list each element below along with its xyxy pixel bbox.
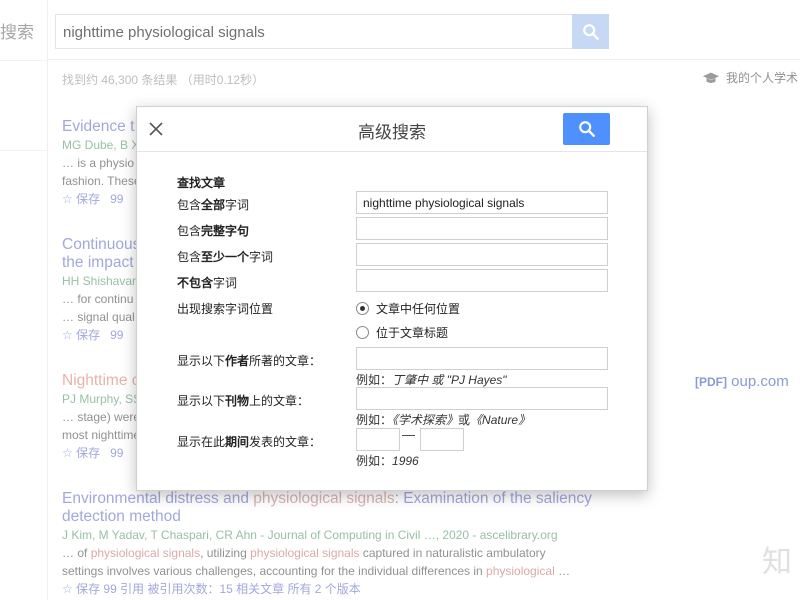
label-part: 显示在此 [177, 435, 226, 449]
occurs-title-radio[interactable]: 位于文章标题 [356, 324, 448, 341]
label-bold: 至少一个 [201, 250, 250, 264]
without-words-input[interactable] [356, 269, 608, 292]
hint-prefix: 例如： [356, 454, 393, 468]
author-hint: 例如：丁肇中 或 "PJ Hayes" [356, 371, 507, 388]
all-words-label: 包含全部字词 [177, 196, 249, 213]
author-input[interactable] [356, 347, 608, 370]
label-bold: 刊物 [225, 394, 250, 408]
section-heading: 查找文章 [177, 176, 226, 190]
label-bold: 全部 [201, 198, 226, 212]
occurs-label: 出现搜索字词位置 [177, 302, 274, 316]
date-to-input[interactable] [420, 428, 464, 451]
publication-label: 显示以下刊物上的文章： [177, 392, 309, 409]
date-hint: 例如：1996 [356, 452, 419, 469]
label-bold: 期间 [225, 435, 250, 449]
hint-example: 1996 [392, 454, 419, 468]
date-range-label: 显示在此期间发表的文章： [177, 433, 321, 450]
label-part: 显示以下 [177, 354, 226, 368]
label-part: 发表的文章： [249, 435, 322, 449]
hint-example: 《Nature》 [470, 413, 531, 427]
label-bold: 完整字句 [201, 224, 250, 238]
label-part: 包含 [177, 198, 202, 212]
publication-hint: 例如：《学术探索》或《Nature》 [356, 411, 530, 428]
hint-example: 《学术探索》 [392, 413, 459, 427]
occurs-anywhere-radio[interactable]: 文章中任何位置 [356, 300, 460, 317]
label-part: 字词 [225, 198, 250, 212]
radio-label: 文章中任何位置 [376, 302, 461, 316]
without-words-label: 不包含字词 [177, 274, 237, 291]
at-least-one-label: 包含至少一个字词 [177, 248, 273, 265]
label-part: 显示以下 [177, 394, 226, 408]
advanced-search-submit-button[interactable] [563, 113, 610, 145]
hint-connector: 或 [458, 413, 471, 427]
hint-example: 丁肇中 或 "PJ Hayes" [392, 373, 507, 387]
all-words-input[interactable]: nighttime physiological signals [356, 191, 608, 214]
date-range-dash: — [402, 427, 415, 442]
search-icon [578, 121, 595, 137]
at-least-one-input[interactable] [356, 243, 608, 266]
exact-phrase-label: 包含完整字句 [177, 222, 249, 239]
label-part: 所著的文章： [249, 354, 322, 368]
dialog-header-divider [137, 151, 647, 152]
author-label: 显示以下作者所著的文章： [177, 352, 321, 369]
hint-prefix: 例如： [356, 413, 393, 427]
label-part: 包含 [177, 224, 202, 238]
advanced-search-dialog: 高级搜索 查找文章 包含全部字词 nighttime physiological… [136, 106, 648, 491]
label-part: 字词 [249, 250, 274, 264]
label-bold: 作者 [225, 354, 250, 368]
exact-phrase-input[interactable] [356, 217, 608, 240]
date-from-input[interactable] [356, 428, 400, 451]
label-part: 上的文章： [249, 394, 310, 408]
publication-input[interactable] [356, 387, 608, 410]
hint-prefix: 例如： [356, 373, 393, 387]
label-bold: 不包含 [177, 276, 214, 290]
label-part: 包含 [177, 250, 202, 264]
label-part: 字词 [213, 276, 238, 290]
radio-label: 位于文章标题 [376, 326, 449, 340]
radio-unchecked[interactable] [356, 326, 369, 339]
radio-checked[interactable] [356, 302, 369, 315]
